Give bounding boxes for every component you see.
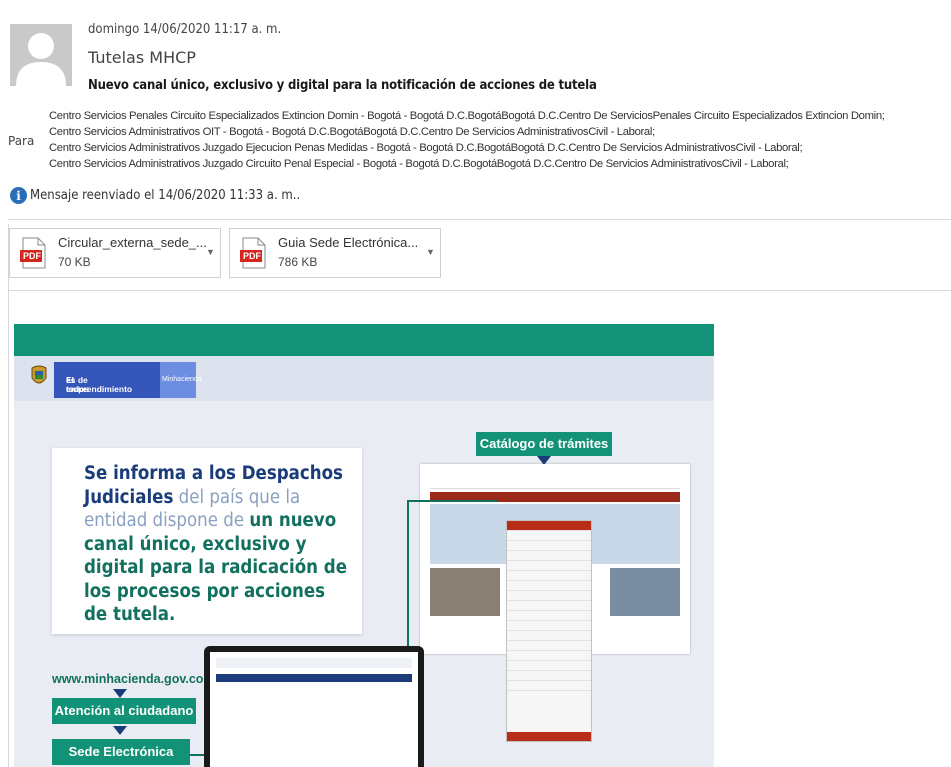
flyer-image: El emprendimiento es de todos Minhacienda…: [14, 324, 714, 767]
truncated-top-text: [0, 0, 951, 10]
info-icon: i: [10, 187, 27, 204]
recipient[interactable]: Centro Servicios Penales Circuito Especi…: [49, 108, 949, 124]
recipient[interactable]: Centro Servicios Administrativos Juzgado…: [49, 156, 949, 172]
attachment-item[interactable]: PDF Circular_externa_sede_... 70 KB ▼: [9, 228, 221, 278]
forwarded-notice: i Mensaje reenviado el 14/06/2020 11:33 …: [10, 187, 300, 204]
email-header: domingo 14/06/2020 11:17 a. m. Tutelas M…: [0, 10, 951, 220]
flyer-top-bar: [14, 324, 714, 356]
catalog-menu: [506, 520, 592, 742]
person-silhouette-icon: [16, 33, 66, 86]
pdf-badge: PDF: [23, 251, 41, 261]
attachment-size: 786 KB: [278, 255, 318, 269]
catalog-label: Catálogo de trámites: [476, 432, 612, 456]
arrow-down-icon: [113, 726, 127, 735]
chevron-down-icon[interactable]: ▼: [206, 247, 215, 257]
avatar: [10, 24, 72, 86]
attachment-item[interactable]: PDF Guia Sede Electrónica... 786 KB ▼: [229, 228, 441, 278]
coat-of-arms-icon: [31, 365, 47, 384]
attachment-name: Circular_externa_sede_...: [58, 235, 207, 250]
recipient[interactable]: Centro Servicios Administrativos Juzgado…: [49, 140, 949, 156]
forwarded-text: Mensaje reenviado el 14/06/2020 11:33 a.…: [30, 188, 301, 203]
brand-line-2: es de todos: [66, 375, 90, 394]
connector-line: [407, 500, 497, 502]
sede-label: Sede Electrónica: [52, 739, 190, 765]
attachment-size: 70 KB: [58, 255, 91, 269]
attachment-name: Guia Sede Electrónica...: [278, 235, 419, 250]
email-subject: Nuevo canal único, exclusivo y digital p…: [88, 78, 597, 93]
ministry-box: Minhacienda: [160, 362, 202, 398]
laptop-mockup: [204, 646, 424, 767]
atencion-label: Atención al ciudadano: [52, 698, 196, 724]
email-sender[interactable]: Tutelas MHCP: [88, 48, 196, 67]
header-divider: [8, 219, 951, 220]
pdf-badge: PDF: [243, 251, 261, 261]
chevron-down-icon[interactable]: ▼: [426, 247, 435, 257]
info-card: Se informa a los Despachos Judiciales de…: [52, 448, 362, 634]
attachment-bar: PDF Circular_externa_sede_... 70 KB ▼ PD…: [8, 224, 951, 290]
brand-box: El emprendimiento es de todos: [54, 362, 160, 398]
info-text: Se informa a los Despachos Judiciales de…: [84, 462, 354, 627]
website-url: www.minhacienda.gov.co: [52, 672, 204, 686]
recipient[interactable]: Centro Servicios Administrativos OIT - B…: [49, 124, 949, 140]
recipient-list: Centro Servicios Penales Circuito Especi…: [49, 108, 949, 172]
arrow-down-icon: [113, 689, 127, 698]
ministry-label: Minhacienda: [162, 376, 202, 383]
email-date: domingo 14/06/2020 11:17 a. m.: [88, 22, 282, 37]
to-label: Para: [8, 134, 35, 148]
